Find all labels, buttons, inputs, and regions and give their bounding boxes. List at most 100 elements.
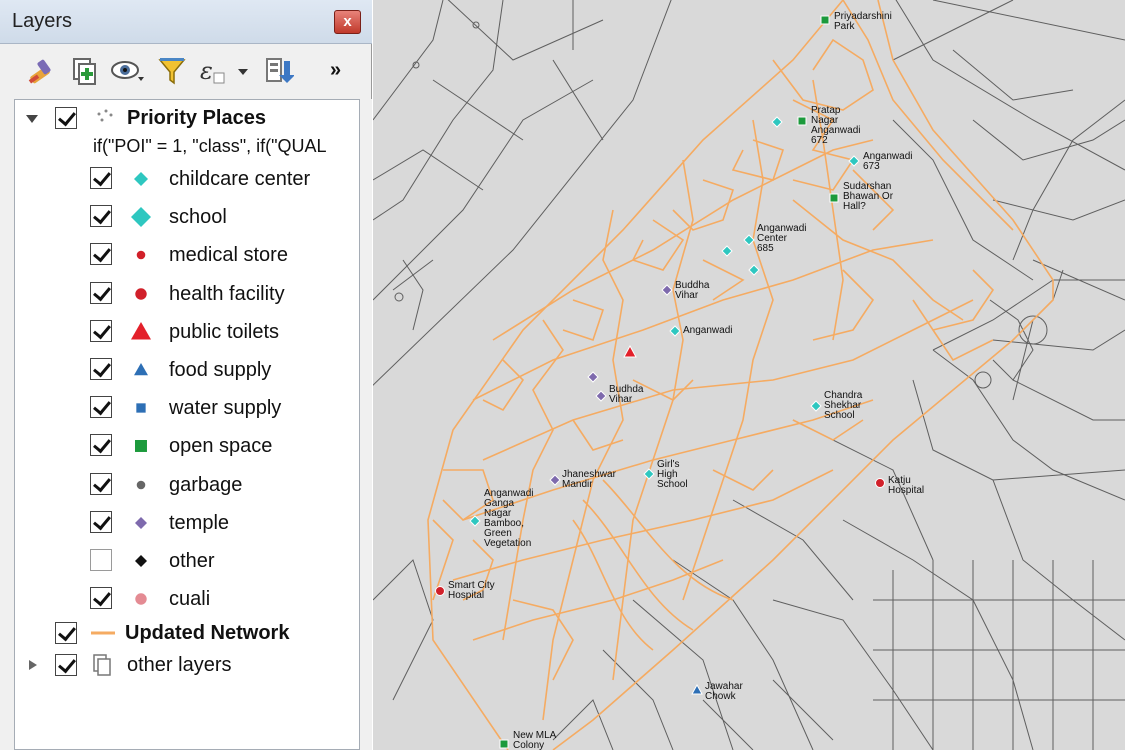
- poi-label: Jawahar Chowk: [705, 681, 743, 702]
- circle-symbol-icon: [135, 287, 147, 300]
- poi-label: Chandra Shekhar School: [824, 390, 863, 421]
- poi-marker[interactable]: [828, 192, 840, 204]
- poi-marker[interactable]: [469, 515, 481, 527]
- poi-marker[interactable]: [643, 468, 655, 480]
- poi-marker[interactable]: [586, 370, 600, 384]
- poi-marker[interactable]: [848, 155, 860, 167]
- group-other-layers[interactable]: other layers: [15, 649, 359, 681]
- expand-arrow-icon[interactable]: [27, 658, 39, 672]
- panel-title: Layers: [12, 10, 73, 32]
- poi-marker[interactable]: [669, 325, 681, 337]
- category-checkbox[interactable]: [90, 587, 112, 610]
- circle-symbol-icon: [136, 251, 146, 260]
- poi-marker[interactable]: [747, 263, 761, 277]
- category-label: public toilets: [169, 320, 280, 343]
- layer-visibility-checkbox[interactable]: [55, 622, 77, 644]
- category-label: cuali: [169, 588, 211, 611]
- category-label: medical store: [169, 244, 288, 267]
- layer-visibility-checkbox[interactable]: [55, 107, 77, 129]
- category-label: school: [169, 206, 227, 229]
- diamond-symbol-icon: [134, 172, 148, 186]
- poi-label: Smart City Hospital: [448, 580, 495, 601]
- triangle-symbol-icon: [131, 321, 151, 340]
- poi-marker[interactable]: [498, 738, 510, 750]
- layer-updated-network[interactable]: Updated Network: [15, 617, 359, 649]
- svg-text:ε: ε: [200, 57, 213, 85]
- poi-label: Anganwadi: [683, 325, 733, 336]
- category-checkbox[interactable]: [90, 434, 112, 457]
- poi-label: Priyadarshini Park: [834, 11, 892, 32]
- style-manager-icon[interactable]: [24, 55, 56, 87]
- legend-category-cuali[interactable]: cuali: [15, 583, 359, 615]
- poi-marker[interactable]: [770, 115, 784, 129]
- circle-symbol-icon: [135, 593, 147, 605]
- legend-category-food-supply[interactable]: food supply: [15, 354, 359, 386]
- poi-marker[interactable]: [720, 244, 734, 258]
- collapse-all-icon[interactable]: [262, 55, 294, 87]
- category-label: garbage: [169, 473, 243, 496]
- layers-toolbar: ε »: [0, 45, 372, 97]
- category-checkbox[interactable]: [90, 396, 112, 419]
- category-label: temple: [169, 511, 230, 534]
- legend-category-water-supply[interactable]: water supply: [15, 392, 359, 424]
- layer-name: Priority Places: [127, 107, 266, 129]
- category-checkbox[interactable]: [90, 281, 112, 304]
- toolbar-overflow-button[interactable]: »: [330, 59, 341, 82]
- updated-network-lines: [427, 0, 1054, 750]
- layer-priority-places[interactable]: Priority Places: [15, 102, 359, 134]
- poi-marker[interactable]: [874, 477, 886, 489]
- legend-category-public-toilets[interactable]: public toilets: [15, 316, 359, 348]
- category-label: food supply: [169, 359, 272, 381]
- layers-panel: Layers x ε » Priority Places if("POI" = …: [0, 0, 372, 750]
- legend-category-temple[interactable]: temple: [15, 507, 359, 539]
- poi-label: Girl's High School: [657, 459, 688, 490]
- category-checkbox[interactable]: [90, 167, 112, 189]
- group-visibility-checkbox[interactable]: [55, 654, 77, 676]
- category-label: health facility: [169, 282, 285, 305]
- legend-category-health-facility[interactable]: health facility: [15, 278, 359, 310]
- legend-category-childcare-center[interactable]: childcare center: [15, 163, 359, 195]
- triangle-symbol-icon: [134, 363, 148, 376]
- legend-category-open-space[interactable]: open space: [15, 430, 359, 462]
- poi-marker[interactable]: [796, 115, 808, 127]
- poi-marker[interactable]: [819, 14, 831, 26]
- poi-label: Anganwadi Center 685: [757, 223, 807, 254]
- poi-marker[interactable]: [691, 684, 703, 696]
- poi-label: New MLA Colony: [513, 730, 557, 750]
- category-checkbox[interactable]: [90, 358, 112, 380]
- legend-category-medical-store[interactable]: medical store: [15, 239, 359, 271]
- poi-marker[interactable]: [595, 390, 607, 402]
- map-drawing: [373, 0, 1125, 750]
- panel-scrollbar[interactable]: [360, 99, 372, 750]
- poi-label: Budhda Vihar: [609, 384, 644, 405]
- poi-marker[interactable]: [549, 474, 561, 486]
- category-checkbox[interactable]: [90, 549, 112, 571]
- poi-marker[interactable]: [623, 345, 637, 359]
- legend-category-school[interactable]: school: [15, 201, 359, 233]
- poi-marker[interactable]: [661, 284, 673, 296]
- category-label: water supply: [169, 397, 282, 420]
- collapse-arrow-icon[interactable]: [25, 112, 39, 126]
- category-checkbox[interactable]: [90, 472, 112, 495]
- poi-marker[interactable]: [743, 234, 755, 246]
- category-checkbox[interactable]: [90, 319, 112, 342]
- filter-expression-icon[interactable]: ε: [198, 55, 254, 87]
- poi-label: Buddha Vihar: [675, 280, 710, 301]
- filter-legend-icon[interactable]: [156, 55, 188, 87]
- poi-marker[interactable]: [810, 400, 822, 412]
- square-symbol-icon: [136, 403, 146, 413]
- category-checkbox[interactable]: [90, 243, 112, 266]
- group-icon: [93, 654, 111, 676]
- layer-name: Updated Network: [125, 622, 290, 644]
- diamond-symbol-icon: [131, 207, 151, 228]
- poi-marker[interactable]: [434, 585, 446, 597]
- category-checkbox[interactable]: [90, 510, 112, 533]
- poi-label: Anganwadi Ganga Nagar Bamboo, Green Vege…: [484, 488, 534, 549]
- map-canvas[interactable]: Priyadarshini Park Pratap Nagar Anganwadi…: [373, 0, 1125, 750]
- close-button[interactable]: x: [334, 10, 361, 34]
- category-checkbox[interactable]: [90, 205, 112, 228]
- manage-visibility-icon[interactable]: [110, 55, 146, 87]
- legend-category-garbage[interactable]: garbage: [15, 469, 359, 501]
- add-group-icon[interactable]: [68, 55, 100, 87]
- legend-category-other[interactable]: other: [15, 545, 359, 577]
